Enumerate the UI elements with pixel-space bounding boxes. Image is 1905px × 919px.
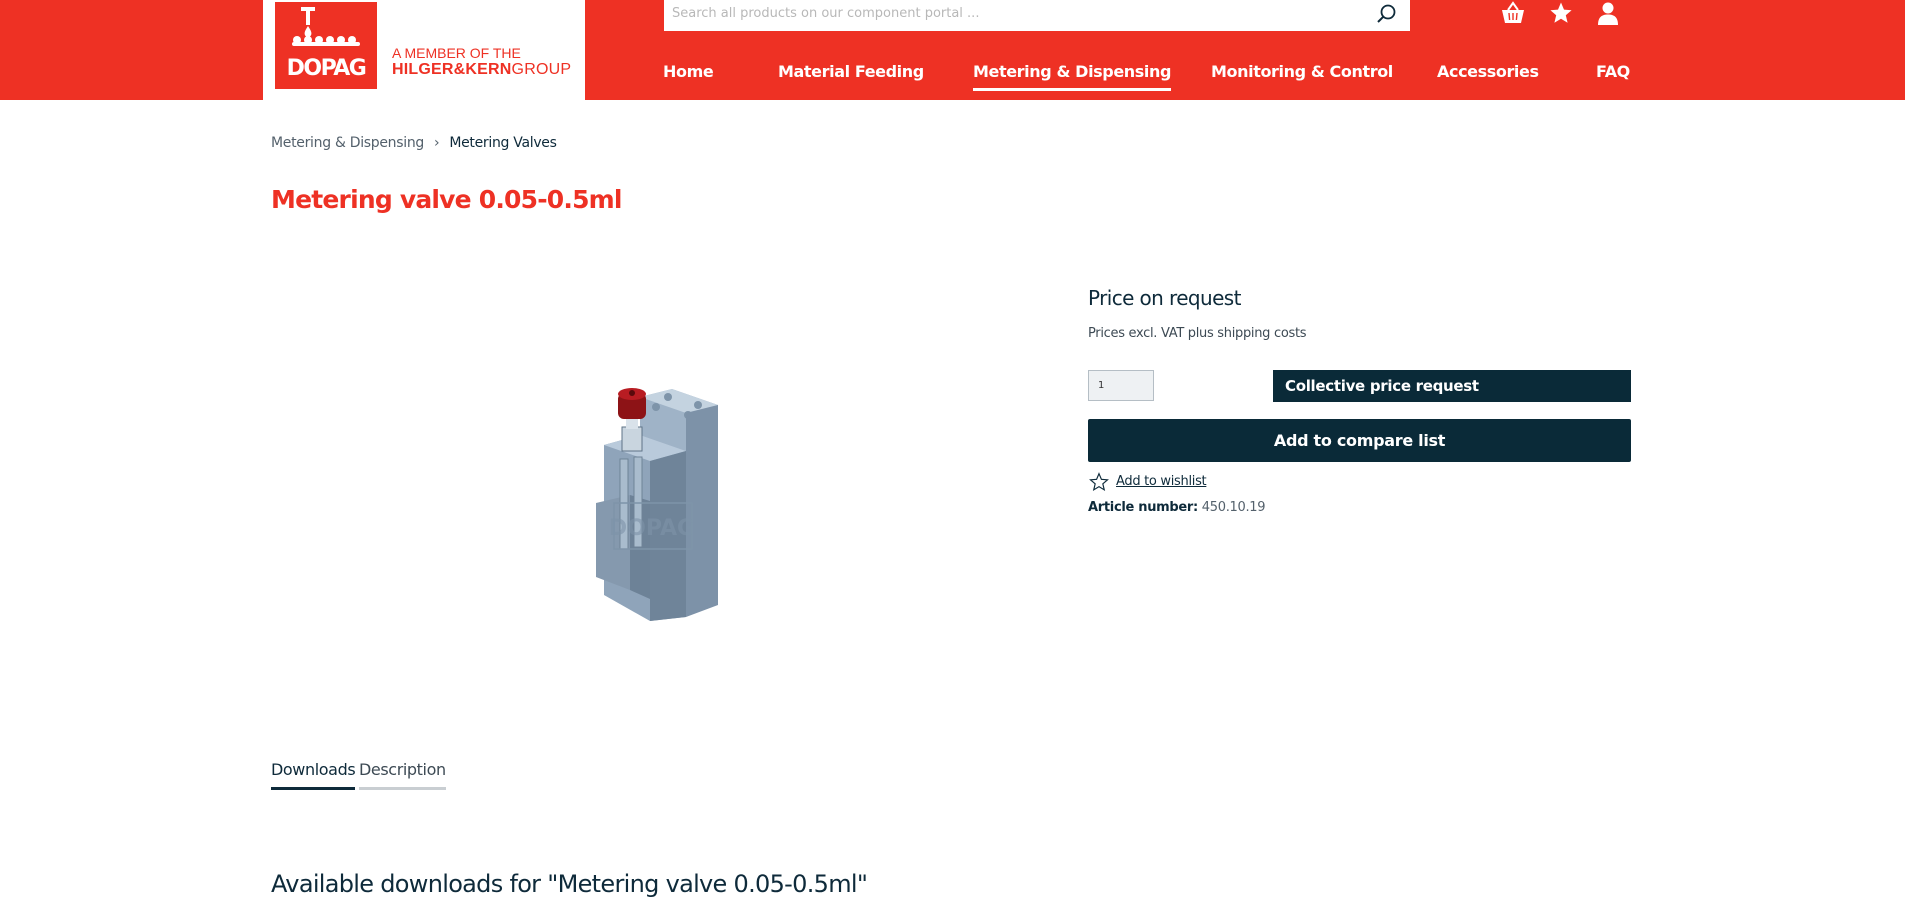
basket-icon[interactable] bbox=[1500, 1, 1526, 29]
group-membership-text: A MEMBER OF THE HILGER&KERNGROUP bbox=[392, 45, 572, 78]
image-watermark: DOPAG bbox=[609, 516, 695, 541]
tab-downloads[interactable]: Downloads bbox=[271, 760, 356, 790]
product-title: Metering valve 0.05-0.5ml bbox=[271, 185, 623, 214]
downloads-heading: Available downloads for "Metering valve … bbox=[271, 870, 868, 898]
quantity-input[interactable]: 1 bbox=[1088, 370, 1154, 401]
article-number-value: 450.10.19 bbox=[1201, 500, 1266, 515]
dopag-logo[interactable]: DOPAG bbox=[275, 2, 377, 89]
vat-note: Prices excl. VAT plus shipping costs bbox=[1088, 326, 1307, 341]
product-image[interactable]: DOPAG bbox=[590, 385, 730, 625]
search-icon[interactable] bbox=[1376, 3, 1398, 29]
chevron-right-icon: › bbox=[434, 135, 440, 151]
group-name-regular: GROUP bbox=[511, 61, 572, 78]
wishlist-label[interactable]: Add to wishlist bbox=[1116, 474, 1207, 489]
header-bar: DOPAG A MEMBER OF THE HILGER&KERNGROUP S… bbox=[0, 0, 1905, 100]
user-icon[interactable] bbox=[1596, 1, 1620, 29]
group-name-bold: HILGER&KERN bbox=[392, 61, 512, 78]
nav-item-faq[interactable]: FAQ bbox=[1596, 62, 1630, 81]
metering-valve-image: DOPAG bbox=[596, 388, 718, 621]
search-input[interactable] bbox=[664, 0, 1352, 27]
price-label: Price on request bbox=[1088, 286, 1241, 310]
nav-item-material-feeding[interactable]: Material Feeding bbox=[778, 62, 924, 81]
article-number: Article number: 450.10.19 bbox=[1088, 500, 1266, 515]
breadcrumb: Metering & Dispensing › Metering Valves bbox=[271, 135, 557, 151]
brand-logo-area[interactable]: DOPAG A MEMBER OF THE HILGER&KERNGROUP bbox=[263, 0, 585, 100]
collective-price-request-button[interactable]: Collective price request bbox=[1273, 370, 1631, 402]
nav-item-metering-dispensing[interactable]: Metering & Dispensing bbox=[973, 62, 1171, 91]
logo-wordmark: DOPAG bbox=[286, 56, 367, 81]
breadcrumb-current[interactable]: Metering Valves bbox=[449, 135, 557, 151]
star-icon[interactable] bbox=[1548, 1, 1574, 29]
article-number-key: Article number: bbox=[1088, 500, 1198, 515]
tab-description[interactable]: Description bbox=[359, 760, 446, 790]
nav-item-monitoring-control[interactable]: Monitoring & Control bbox=[1211, 62, 1393, 81]
search-bar bbox=[664, 0, 1410, 31]
member-line-1: A MEMBER OF THE bbox=[392, 45, 521, 61]
nav-item-home[interactable]: Home bbox=[663, 62, 714, 81]
breadcrumb-parent-link[interactable]: Metering & Dispensing bbox=[271, 135, 424, 151]
star-outline-icon bbox=[1088, 472, 1110, 496]
member-line-2: HILGER&KERNGROUP bbox=[392, 61, 572, 78]
nav-item-accessories[interactable]: Accessories bbox=[1437, 62, 1539, 81]
add-to-compare-button[interactable]: Add to compare list bbox=[1088, 419, 1631, 462]
